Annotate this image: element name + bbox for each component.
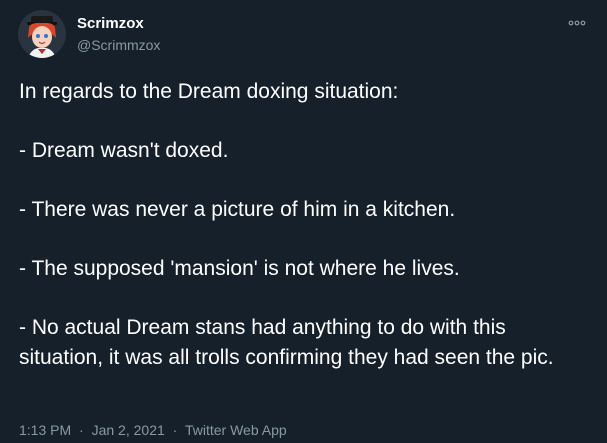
tweet-line: In regards to the Dream doxing situation… [19,80,399,103]
tweet-text: In regards to the Dream doxing situation… [19,77,589,372]
author-handle[interactable]: @Scrimmzox [77,36,160,54]
more-options-button[interactable] [566,14,588,32]
tweet-card: Scrimzox @Scrimmzox In regards to the Dr… [0,0,607,443]
tweet-line: - No actual Dream stans had anything to … [19,316,554,369]
more-options-icon [568,20,586,26]
tweet-date[interactable]: Jan 2, 2021 [92,422,165,438]
tweet-line: - There was never a picture of him in a … [19,198,456,221]
tweet-line: - Dream wasn't doxed. [19,139,229,162]
profile-avatar-icon [18,10,66,58]
tweet-line: - The supposed 'mansion' is not where he… [19,257,460,280]
meta-separator: · [172,422,178,438]
meta-separator: · [79,422,84,438]
author-display-name[interactable]: Scrimzox [77,15,144,33]
tweet-meta: 1:13 PM · Jan 2, 2021 · Twitter Web App [19,421,287,439]
tweet-source-link[interactable]: Twitter Web App [185,422,287,438]
avatar[interactable] [18,10,66,58]
tweet-time[interactable]: 1:13 PM [19,422,71,438]
